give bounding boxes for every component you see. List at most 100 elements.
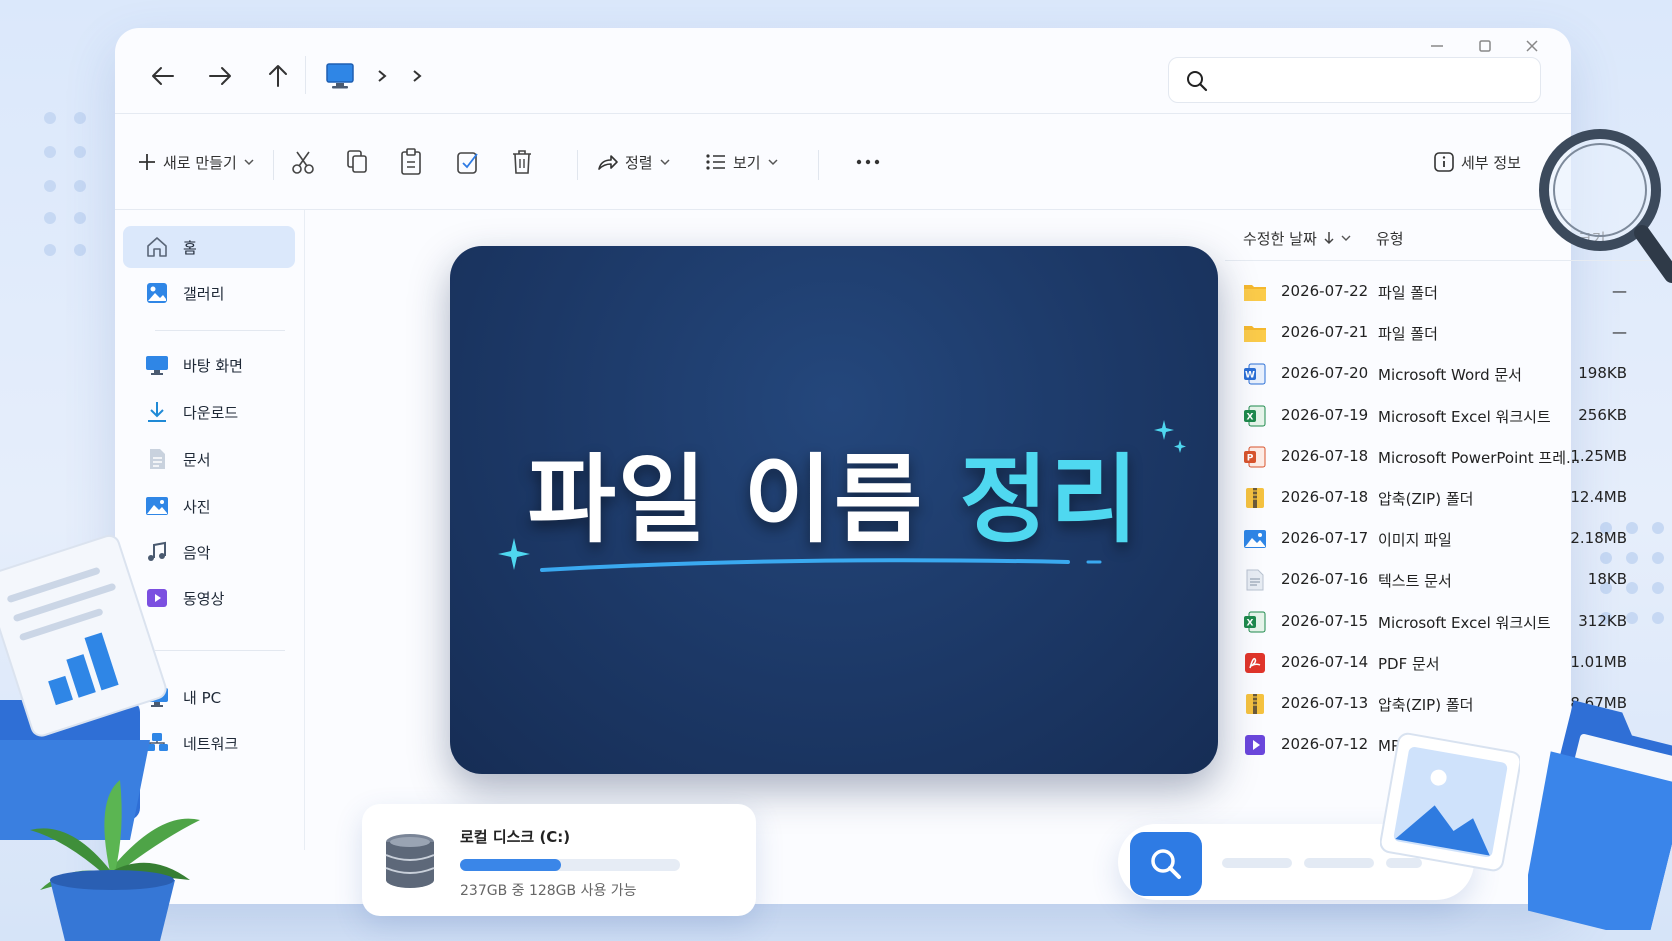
file-date: 2026-07-18 [1281,488,1369,506]
file-size: 18KB [1587,570,1627,589]
file-date: 2026-07-18 [1281,446,1369,465]
file-type: Microsoft PowerPoint 프레... [1378,448,1581,467]
sidebar-item-desktop[interactable]: 바탕 화면 [123,344,295,386]
file-type: 텍스트 문서 [1378,572,1452,591]
sidebar-item-label: 네트워크 [183,734,239,753]
new-button[interactable]: 새로 만들기 [137,148,255,176]
document-icon [150,449,165,469]
sidebar-item-gallery[interactable]: 갤러리 [123,272,295,314]
file-size: 1.25MB [1570,446,1627,465]
search-icon [1151,849,1181,879]
file-date: 2026-07-21 [1281,323,1369,342]
file-size: 1.01MB [1570,652,1627,671]
placeholder-bar [1304,858,1374,868]
view-button[interactable]: 보기 [705,148,779,176]
picture-icon [146,497,168,515]
chevron-right-icon[interactable] [410,68,424,84]
file-row[interactable]: 2026-07-16 텍스트 문서 18KB [1225,560,1665,600]
file-date: 2026-07-22 [1281,282,1369,300]
sidebar-item-label: 음악 [183,543,211,562]
toolbar-separator [818,150,819,180]
hero-title-main: 파일 이름 [527,444,925,556]
sort-button-label: 정렬 [625,153,653,172]
file-date: 2026-07-16 [1281,570,1369,589]
desktop-icon [146,356,168,375]
svg-text:W: W [1245,371,1255,381]
file-type: Microsoft Excel 워크시트 [1378,613,1551,632]
sidebar-item-documents[interactable]: 문서 [123,438,295,480]
magnifier-illustration-icon [1539,129,1672,283]
copy-icon[interactable] [345,148,369,176]
file-type: 파일 폴더 [1378,325,1438,344]
file-row[interactable]: 2026-07-17 이미지 파일 2.18MB [1225,519,1665,559]
rename-icon[interactable] [455,148,481,176]
toolbar-separator [577,150,578,180]
zip-icon [1243,692,1267,716]
details-button-label: 세부 정보 [1461,153,1521,172]
hero-title: 파일 이름 정리 [450,422,1218,561]
sidebar-item-label: 사진 [183,497,211,516]
up-arrow-icon[interactable] [263,61,293,91]
hero-banner: 파일 이름 정리 [450,246,1218,774]
excel-icon: X [1243,404,1267,428]
chevron-down-icon [1341,235,1351,241]
sidebar-item-label: 내 PC [183,688,222,707]
file-row[interactable]: 2026-07-18 압축(ZIP) 폴더 12.4MB [1225,478,1665,518]
file-row[interactable]: W 2026-07-20 Microsoft Word 문서 198KB [1225,354,1665,394]
disk-usage-fill [460,859,562,871]
column-header-date[interactable]: 수정한 날짜 [1243,218,1351,258]
file-type: 압축(ZIP) 폴더 [1378,696,1474,714]
monitor-icon [326,63,354,89]
placeholder-bar [1222,858,1292,868]
column-header-date-label: 수정한 날짜 [1243,229,1317,248]
file-row[interactable]: 2026-07-21 파일 폴더 — [1225,313,1665,353]
file-date: 2026-07-13 [1281,694,1369,712]
svg-text:X: X [1247,618,1254,628]
plant-illustration-icon [30,780,200,941]
powerpoint-icon: P [1243,445,1267,469]
search-box[interactable] [1168,57,1541,103]
list-view-icon [706,154,725,170]
file-row[interactable]: 2026-07-14 PDF 문서 1.01MB [1225,643,1665,683]
disk-title: 로컬 디스크 (C:) [460,828,571,846]
sidebar-divider [155,330,285,331]
file-row[interactable]: X 2026-07-19 Microsoft Excel 워크시트 256KB [1225,396,1665,436]
folder-illustration-icon [1528,700,1672,930]
sort-descending-icon [1324,232,1334,245]
download-icon [148,402,166,422]
sidebar-item-label: 문서 [183,450,211,469]
sidebar-item-downloads[interactable]: 다운로드 [123,391,295,433]
sidebar-item-home[interactable]: 홈 [123,226,295,268]
file-date: 2026-07-20 [1281,364,1369,383]
underline-swoosh [540,558,1102,572]
chevron-down-icon [660,159,670,166]
file-type: 파일 폴더 [1378,284,1438,302]
back-arrow-icon[interactable] [148,61,178,91]
file-date: 2026-07-12 [1281,735,1369,754]
file-row[interactable]: X 2026-07-15 Microsoft Excel 워크시트 312KB [1225,602,1665,642]
more-options-icon[interactable] [855,148,881,176]
file-size: 256KB [1578,405,1627,424]
delete-icon[interactable] [510,148,534,176]
breadcrumb[interactable] [325,58,435,94]
file-size: 198KB [1578,364,1627,383]
forward-arrow-icon[interactable] [205,61,235,91]
toolbar-separator [273,150,274,180]
file-row[interactable]: P 2026-07-18 Microsoft PowerPoint 프레... 1.2… [1225,437,1665,477]
cut-icon[interactable] [291,148,315,176]
search-input[interactable] [1225,66,1525,94]
sidebar-item-label: 홈 [183,238,197,257]
chevron-right-icon[interactable] [375,68,389,84]
sort-button[interactable]: 정렬 [597,148,671,176]
paste-icon[interactable] [399,148,423,176]
details-button[interactable]: 세부 정보 [1433,148,1521,176]
word-icon: W [1243,362,1267,386]
sidebar-item-label: 다운로드 [183,403,239,422]
file-type: Microsoft Excel 워크시트 [1378,407,1551,426]
disk-usage-bar [460,859,680,871]
text-icon [1243,568,1267,592]
search-widget-button[interactable] [1130,832,1202,896]
local-disk-card[interactable]: 로컬 디스크 (C:) 237GB 중 128GB 사용 가능 [362,804,756,916]
pdf-icon [1243,651,1267,675]
column-header-type[interactable]: 유형 [1376,218,1404,258]
